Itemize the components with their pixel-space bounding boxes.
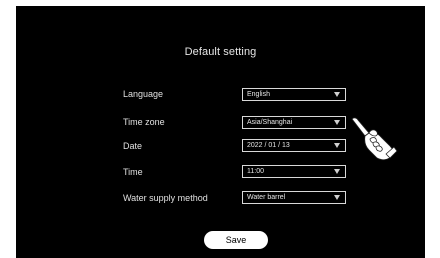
time-zone-value: Asia/Shanghai	[247, 119, 293, 126]
pointing-hand-icon	[351, 117, 398, 161]
page-title: Default setting	[184, 46, 257, 58]
chevron-down-icon	[334, 92, 340, 97]
chevron-down-icon	[334, 143, 340, 148]
language-value: English	[247, 91, 270, 98]
settings-panel: Default setting Language English Time zo…	[16, 6, 425, 258]
time-zone-label: Time zone	[123, 117, 165, 127]
date-label: Date	[123, 141, 143, 151]
water-supply-value: Water barrel	[247, 194, 286, 201]
water-supply-select[interactable]: Water barrel	[242, 191, 346, 204]
screen: Default setting Language English Time zo…	[0, 0, 440, 258]
chevron-down-icon	[334, 195, 340, 200]
language-label: Language	[123, 89, 164, 99]
date-value: 2022 / 01 / 13	[247, 142, 290, 149]
chevron-down-icon	[334, 120, 340, 125]
time-select[interactable]: 11:00	[242, 165, 346, 178]
time-value: 11:00	[247, 168, 264, 175]
date-select[interactable]: 2022 / 01 / 13	[242, 139, 346, 152]
water-supply-label: Water supply method	[123, 193, 208, 203]
time-zone-select[interactable]: Asia/Shanghai	[242, 116, 346, 129]
chevron-down-icon	[334, 169, 340, 174]
save-button[interactable]: Save	[204, 231, 268, 249]
language-select[interactable]: English	[242, 88, 346, 101]
time-label: Time	[123, 167, 143, 177]
